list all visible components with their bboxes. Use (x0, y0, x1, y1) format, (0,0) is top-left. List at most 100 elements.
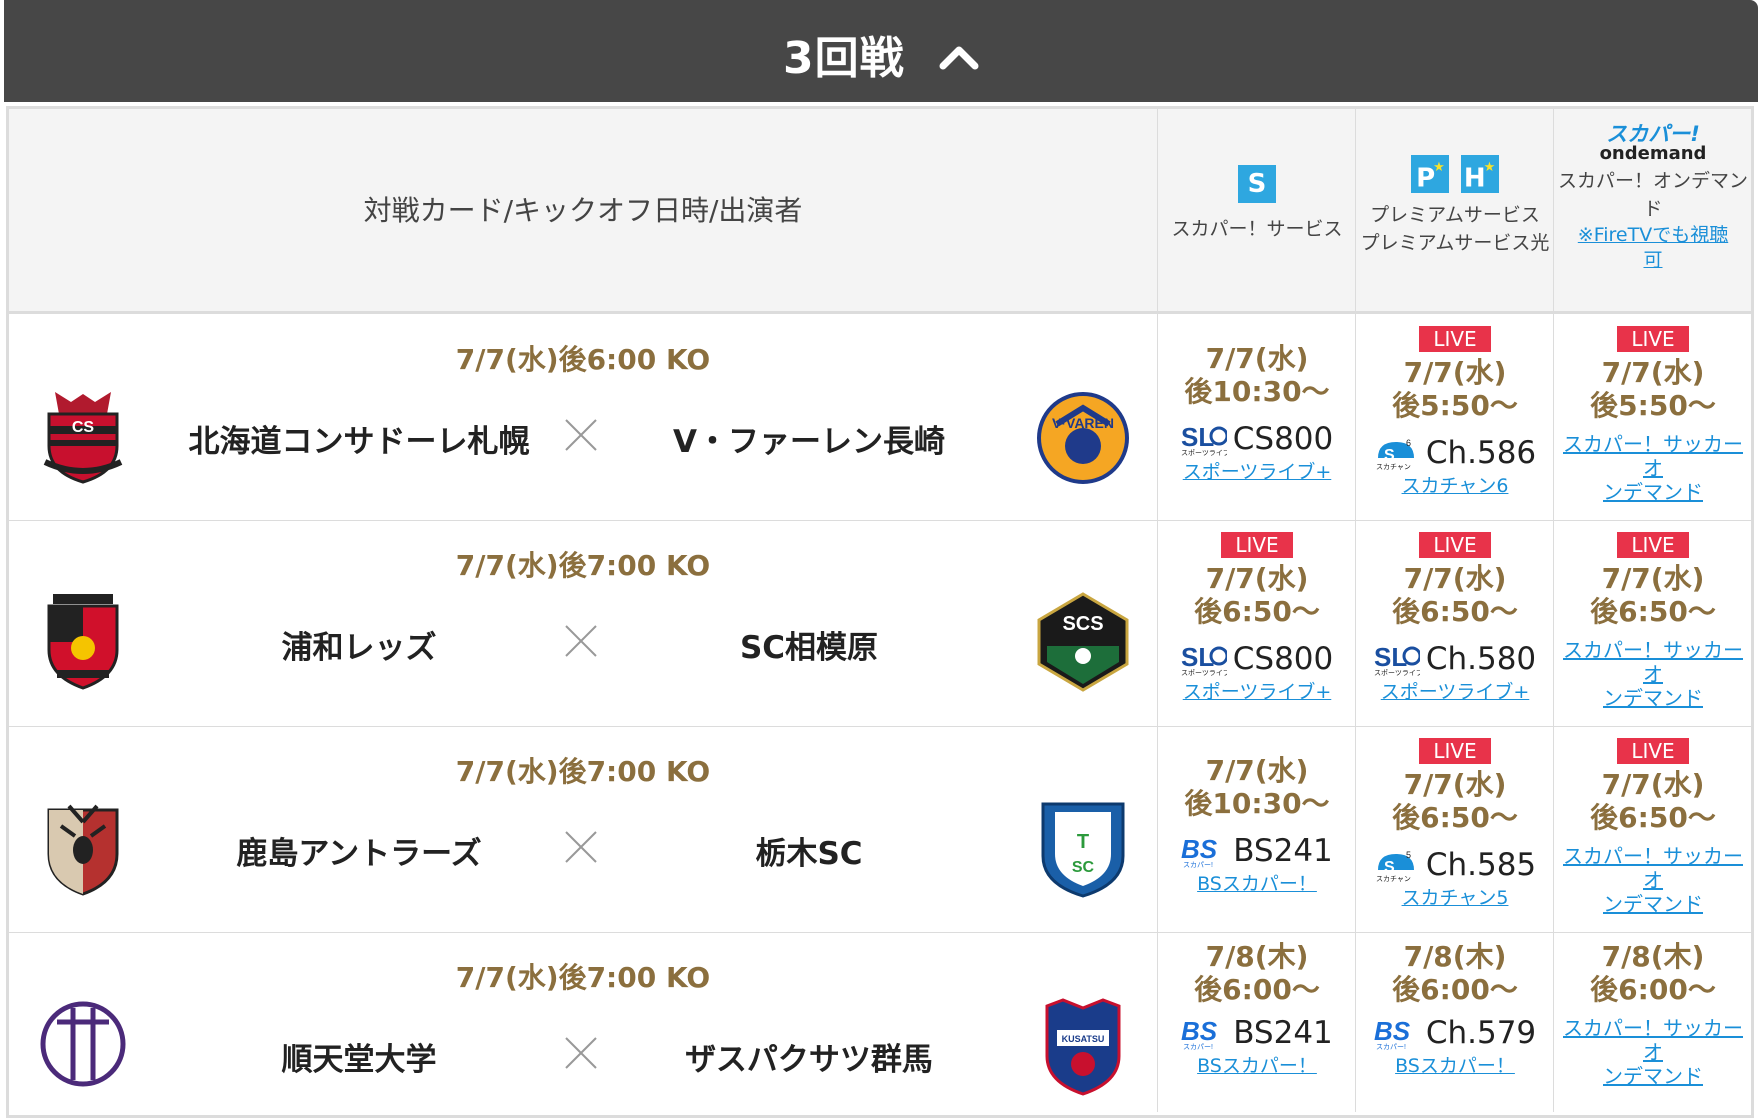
header-col3-line1: スカパー！オンデマン (1557, 170, 1748, 192)
svg-text:BS: BS (1181, 834, 1218, 864)
skyperfect-service-badge-icon: S (1238, 165, 1276, 203)
svg-text:スカチャン: スカチャン (1376, 875, 1411, 882)
ondemand-link[interactable]: スカパー！サッカーオ ンデマンド (1560, 432, 1746, 504)
ondemand-link-line2[interactable]: ンデマンド (1560, 892, 1746, 916)
skachan-logo-icon: S 6 スカチャン (1376, 438, 1414, 470)
home-team: 北海道コンサドーレ札幌 (188, 424, 530, 460)
channel-number: BS241 (1233, 1015, 1333, 1051)
svg-text:5: 5 (1406, 850, 1411, 860)
ondemand-logo-top: スカパー! (1606, 122, 1700, 146)
ondemand-link[interactable]: スカパー！サッカーオ ンデマンド (1560, 638, 1746, 710)
channel-link[interactable]: スポーツライブ+ (1356, 680, 1554, 704)
match-row: 7/7(水)後7:00 KO 順天堂大学 ザスパクサツ群馬 KUSATSU 7/… (9, 932, 1751, 1112)
channel-number: Ch.585 (1425, 847, 1537, 883)
away-team: V・ファーレン長崎 (673, 424, 945, 460)
skyperfect-service-cell: 7/7(水) 後10:30〜 SL スポーツライブ+ CS800 スポーツライブ… (1157, 314, 1356, 520)
svg-text:SL: SL (1374, 642, 1407, 672)
svg-text:KUSATSU: KUSATSU (1062, 1034, 1105, 1044)
premium-service-cell: LIVE 7/7(水) 後6:50〜 S 5 スカチャン Ch.585 スカチャ… (1355, 726, 1554, 932)
versus-icon (565, 625, 597, 657)
sc-sagamihara-crest-icon: SCS (1037, 592, 1129, 692)
home-team: 鹿島アントラーズ (236, 836, 482, 872)
channel-number: Ch.579 (1425, 1015, 1537, 1051)
svg-text:スポーツライブ+: スポーツライブ+ (1181, 448, 1227, 456)
match-row: 7/7(水)後7:00 KO 浦和レッズ SC相模原 SCS LIVE 7/7(… (9, 520, 1751, 727)
channel-link[interactable]: BSスカパー！ (1158, 1054, 1356, 1078)
air-date: 7/7(水) (1403, 356, 1507, 389)
ondemand-link-line1[interactable]: スカパー！サッカーオ (1560, 1016, 1746, 1064)
chevron-up-icon[interactable] (939, 42, 979, 70)
air-date: 7/7(水) (1205, 342, 1309, 375)
channel-link[interactable]: スポーツライブ+ (1158, 680, 1356, 704)
firetv-link[interactable]: ※FireTVでも視聴 可 (1554, 223, 1752, 273)
ondemand-link-line2[interactable]: ンデマンド (1560, 480, 1746, 504)
air-date: 7/7(水) (1601, 356, 1705, 389)
air-date: 7/7(水) (1205, 754, 1309, 787)
svg-text:6: 6 (1406, 438, 1411, 448)
air-date: 7/7(水) (1403, 768, 1507, 801)
live-badge: LIVE (1617, 532, 1689, 558)
firetv-link-line1[interactable]: ※FireTVでも視聴 (1554, 223, 1752, 248)
air-date: 7/7(水) (1403, 562, 1507, 595)
live-badge: LIVE (1221, 532, 1293, 558)
svg-text:BS: BS (1374, 1016, 1411, 1046)
sportslive-logo-icon: SL スポーツライブ+ (1181, 642, 1227, 676)
svg-text:スカチャン: スカチャン (1376, 463, 1411, 470)
channel-link[interactable]: スポーツライブ+ (1158, 460, 1356, 484)
hikari-badge-letter: H (1463, 163, 1486, 194)
firetv-link-line2[interactable]: 可 (1554, 248, 1752, 273)
air-date: 7/7(水) (1601, 562, 1705, 595)
channel-number: CS800 (1232, 421, 1334, 457)
ondemand-link-line1[interactable]: スカパー！サッカーオ (1560, 638, 1746, 686)
away-team: SC相模原 (739, 630, 879, 666)
skyperfect-service-cell: 7/8(木) 後6:00〜 BS スカパー! BS241 BSスカパー！ (1157, 932, 1356, 1112)
air-date: 7/8(木) (1205, 940, 1309, 973)
thespakusatsu-gunma-crest-icon: KUSATSU (1045, 998, 1121, 1096)
bs-skyperfect-logo-icon: BS スカパー! (1181, 834, 1218, 868)
sportslive-logo-icon: SL スポーツライブ+ (1181, 422, 1227, 456)
air-date: 7/7(水) (1205, 562, 1309, 595)
skachan-logo-icon: S 5 スカチャン (1376, 850, 1414, 882)
live-badge: LIVE (1419, 738, 1491, 764)
live-badge: LIVE (1617, 738, 1689, 764)
ondemand-link-line1[interactable]: スカパー！サッカーオ (1560, 432, 1746, 480)
ondemand-link-line2[interactable]: ンデマンド (1560, 1064, 1746, 1088)
svg-text:S: S (1384, 859, 1395, 876)
channel-link[interactable]: スカチャン6 (1356, 474, 1554, 498)
channel-number: BS241 (1233, 833, 1333, 869)
match-row: 7/7(水)後7:00 KO 鹿島アントラーズ 栃木SC T SC 7/7(水) (9, 726, 1751, 933)
header-col-skyperfect-service: S スカパー！サービス (1157, 109, 1356, 311)
kickoff-time: 7/7(水)後7:00 KO (455, 549, 711, 582)
tochigi-sc-crest-icon: T SC (1041, 802, 1125, 898)
channel-link[interactable]: BSスカパー！ (1158, 872, 1356, 896)
versus-icon (565, 1037, 597, 1069)
ondemand-link-line2[interactable]: ンデマンド (1560, 686, 1746, 710)
channel-link[interactable]: BSスカパー！ (1356, 1054, 1554, 1078)
skyperfect-service-cell: LIVE 7/7(水) 後6:50〜 SL スポーツライブ+ CS800 スポー… (1157, 520, 1356, 726)
header-main-col: 対戦カード/キックオフ日時/出演者 (9, 109, 1157, 311)
svg-text:SL: SL (1181, 642, 1214, 672)
channel-link[interactable]: スカチャン5 (1356, 886, 1554, 910)
versus-icon (565, 419, 597, 451)
premium-hikari-badge-icon: H★ (1460, 155, 1499, 194)
header-col2-line2: プレミアムサービス光 (1360, 232, 1550, 254)
svg-text:BS: BS (1181, 1016, 1218, 1046)
ondemand-link[interactable]: スカパー！サッカーオ ンデマンド (1560, 844, 1746, 916)
schedule-page: 3回戦 対戦カード/キックオフ日時/出演者 S スカパー！サービス P★ H★ (0, 0, 1758, 1119)
header-col-ondemand: スカパー! ondemand スカパー！オンデマン ド ※FireTVでも視聴 … (1553, 109, 1752, 311)
air-time: 後6:50〜 (1590, 801, 1716, 834)
svg-text:スポーツライブ+: スポーツライブ+ (1374, 668, 1420, 676)
svg-text:S: S (1384, 447, 1395, 464)
live-badge: LIVE (1419, 326, 1491, 352)
round-header[interactable]: 3回戦 (4, 0, 1758, 102)
table-header: 対戦カード/キックオフ日時/出演者 S スカパー！サービス P★ H★ プレミア… (9, 109, 1751, 314)
air-time: 後5:50〜 (1590, 389, 1716, 422)
ondemand-logo-bottom: ondemand (1599, 143, 1707, 164)
bs-skyperfect-logo-icon: BS スカパー! (1181, 1016, 1218, 1050)
ondemand-link-line1[interactable]: スカパー！サッカーオ (1560, 844, 1746, 892)
ondemand-link[interactable]: スカパー！サッカーオ ンデマンド (1560, 1016, 1746, 1088)
ondemand-cell: LIVE 7/7(水) 後6:50〜 スカパー！サッカーオ ンデマンド (1553, 520, 1752, 726)
live-badge: LIVE (1617, 326, 1689, 352)
home-team: 順天堂大学 (281, 1042, 437, 1078)
consadole-sapporo-crest-icon: CS (43, 392, 123, 484)
